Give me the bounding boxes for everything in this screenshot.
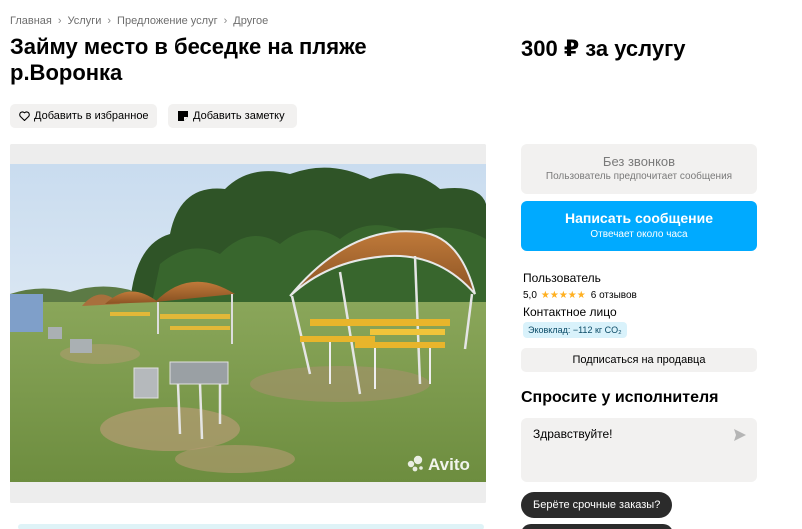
subscribe-seller-button[interactable]: Подписаться на продавца — [521, 348, 757, 372]
no-calls-title: Без звонков — [602, 154, 676, 169]
send-icon[interactable] — [733, 428, 747, 442]
chevron-right-icon: › — [223, 15, 228, 27]
ask-section-title: Спросите у исполнителя — [521, 389, 719, 406]
reviews-link[interactable]: 6 отзывов — [591, 290, 637, 301]
chevron-right-icon: › — [107, 15, 112, 27]
breadcrumb-services[interactable]: Услуги — [68, 15, 102, 27]
message-input[interactable]: Здравствуйте! — [521, 418, 757, 482]
add-note-label: Добавить заметку — [193, 110, 285, 122]
no-calls-subtitle: Пользователь предпочитает сообщения — [545, 171, 733, 182]
photo-gazebos-beach: Avito — [10, 144, 486, 503]
seller-rating: 5,0 ★★★★★ 6 отзывов — [523, 290, 757, 301]
contact-person: Контактное лицо — [523, 305, 617, 319]
breadcrumb-offer[interactable]: Предложение услуг — [117, 15, 218, 27]
star-icons: ★★★★★ — [540, 290, 586, 301]
page-title: Займу место в беседке на пляже р.Воронка — [10, 34, 367, 85]
message-text: Здравствуйте! — [533, 427, 613, 441]
no-calls-notice: Без звонков Пользователь предпочитает со… — [521, 144, 757, 194]
main-photo[interactable]: Avito — [10, 144, 486, 503]
heart-icon — [19, 110, 30, 122]
breadcrumb-home[interactable]: Главная — [10, 15, 52, 27]
response-time-label: Отвечает около часа — [590, 229, 688, 240]
breadcrumb: Главная › Услуги › Предложение услуг › Д… — [10, 15, 268, 27]
rating-value: 5,0 — [523, 290, 537, 301]
write-message-button[interactable]: Написать сообщение Отвечает около часа — [521, 201, 757, 251]
seller-name[interactable]: Пользователь — [523, 271, 757, 285]
add-note-button[interactable]: Добавить заметку — [168, 104, 297, 128]
svg-text:Avito: Avito — [428, 455, 470, 474]
note-icon — [177, 110, 189, 122]
eco-badge[interactable]: Эковклад: −112 кг CO₂ — [523, 322, 627, 338]
add-to-favorites-button[interactable]: Добавить в избранное — [10, 104, 157, 128]
quick-reply-urgent[interactable]: Берёте срочные заказы? — [521, 492, 673, 518]
quick-reply-next[interactable] — [521, 524, 673, 529]
price: 300 ₽ за услугу — [521, 36, 686, 61]
write-message-label: Написать сообщение — [564, 210, 714, 226]
chevron-right-icon: › — [57, 15, 62, 27]
seller-info: Пользователь 5,0 ★★★★★ 6 отзывов Контакт… — [523, 271, 757, 319]
breadcrumb-other[interactable]: Другое — [233, 15, 268, 27]
add-to-favorites-label: Добавить в избранное — [34, 110, 149, 122]
related-banner-edge — [18, 524, 484, 529]
